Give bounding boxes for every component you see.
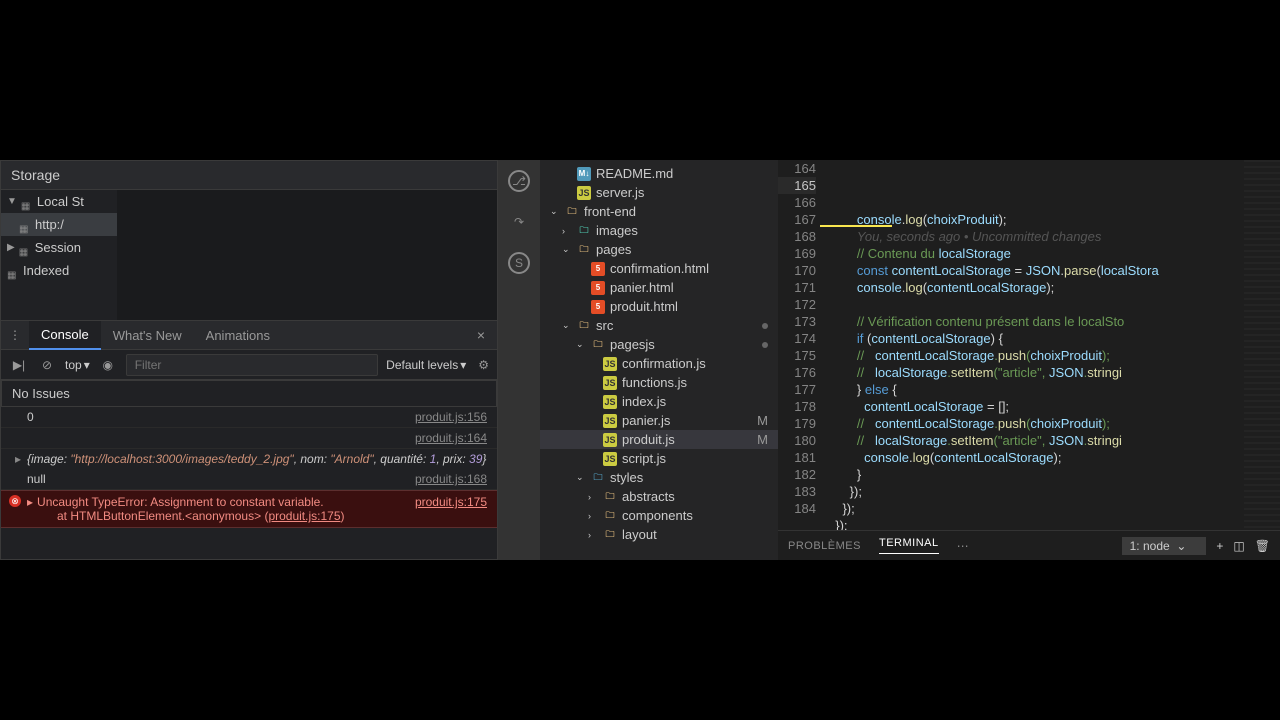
folder-pagesjs[interactable]: ⌄🗀pagesjs — [540, 335, 778, 354]
tab-problems[interactable]: PROBLÈMES — [788, 540, 861, 552]
tree-local-storage[interactable]: ▼Local St — [1, 190, 117, 213]
folder-src[interactable]: ⌄🗀src — [540, 316, 778, 335]
folder-images[interactable]: ›🗀images — [540, 221, 778, 240]
live-expression-icon[interactable]: ◉ — [98, 355, 118, 375]
error-stack: at HTMLButtonElement.<anonymous> (produi… — [27, 509, 487, 523]
tree-session-storage[interactable]: ▶Session — [1, 236, 117, 259]
file-README-md[interactable]: M↓README.md — [540, 164, 778, 183]
terminal-panel: PROBLÈMES TERMINAL ⋯ 1: node ⌄ + ◫ 🗑 — [778, 530, 1280, 560]
error-entry[interactable]: produit.js:175 ▸Uncaught TypeError: Assi… — [1, 490, 497, 528]
folder-front-end[interactable]: ⌄🗀front-end — [540, 202, 778, 221]
toggle-sidebar-icon[interactable]: ▶| — [9, 355, 29, 375]
source-link[interactable]: produit.js:175 — [415, 495, 487, 509]
tree-http-origin[interactable]: http:/ — [1, 213, 117, 236]
console-toolbar: ▶| ⊘ top ▾ ◉ Default levels ▾ ⚙ — [1, 350, 497, 380]
highlight-underline — [828, 225, 892, 227]
context-selector[interactable]: top ▾ — [65, 358, 90, 372]
code-editor: 1641651661671681691701711721731741751761… — [778, 160, 1280, 560]
folder-layout[interactable]: ›🗀layout — [540, 525, 778, 544]
tree-indexeddb[interactable]: Indexed — [1, 259, 117, 282]
folder-abstracts[interactable]: ›🗀abstracts — [540, 487, 778, 506]
file-script-js[interactable]: JSscript.js — [540, 449, 778, 468]
file-server-js[interactable]: JSserver.js — [540, 183, 778, 202]
code-content[interactable]: console.log(choixProduit); You, seconds … — [828, 160, 1244, 530]
folder-pages[interactable]: ⌄🗀pages — [540, 240, 778, 259]
log-entry[interactable]: 0 produit.js:156 — [1, 407, 497, 428]
minimap[interactable] — [1244, 160, 1280, 530]
activity-bar: ⎇ ↷ S — [498, 160, 540, 560]
drawer-tabs: ⋮ Console What's New Animations × — [1, 320, 497, 350]
storage-title: Storage — [1, 161, 497, 190]
file-produit-js[interactable]: JSproduit.jsM — [540, 430, 778, 449]
trash-icon[interactable]: 🗑 — [1255, 539, 1270, 553]
drag-handle-icon[interactable]: ⋮ — [1, 328, 29, 342]
file-panier-js[interactable]: JSpanier.jsM — [540, 411, 778, 430]
file-explorer: M↓README.mdJSserver.js⌄🗀front-end›🗀image… — [540, 160, 778, 560]
github-icon[interactable]: ⎇ — [508, 170, 530, 192]
file-panier-html[interactable]: 5panier.html — [540, 278, 778, 297]
devtools-panel: Storage ▼Local St http:/ ▶Session Indexe… — [0, 160, 498, 560]
tab-animations[interactable]: Animations — [194, 322, 282, 349]
file-functions-js[interactable]: JSfunctions.js — [540, 373, 778, 392]
source-link[interactable]: produit.js:156 — [415, 410, 487, 424]
log-entry[interactable]: produit.js:164 — [1, 428, 497, 449]
more-tabs-icon[interactable]: ⋯ — [957, 539, 969, 553]
tab-terminal[interactable]: TERMINAL — [879, 537, 939, 554]
close-drawer-icon[interactable]: × — [465, 327, 497, 343]
log-object[interactable]: {image: "http://localhost:3000/images/te… — [1, 449, 497, 469]
storage-content — [117, 190, 497, 320]
clear-console-icon[interactable]: ⊘ — [37, 355, 57, 375]
file-confirmation-js[interactable]: JSconfirmation.js — [540, 354, 778, 373]
console-log-area: 0 produit.js:156 produit.js:164 {image: … — [1, 407, 497, 559]
settings-icon[interactable]: ⚙ — [478, 358, 489, 372]
source-link[interactable]: produit.js:168 — [415, 472, 487, 486]
share-icon[interactable]: ↷ — [507, 210, 531, 234]
split-terminal-icon[interactable]: ◫ — [1233, 539, 1244, 553]
log-levels-selector[interactable]: Default levels ▾ — [386, 358, 466, 372]
tab-console[interactable]: Console — [29, 321, 101, 350]
file-confirmation-html[interactable]: 5confirmation.html — [540, 259, 778, 278]
line-gutter: 1641651661671681691701711721731741751761… — [778, 160, 828, 530]
tab-whatsnew[interactable]: What's New — [101, 322, 194, 349]
file-produit-html[interactable]: 5produit.html — [540, 297, 778, 316]
terminal-selector[interactable]: 1: node ⌄ — [1122, 537, 1207, 555]
vscode-panel: ⎇ ↷ S M↓README.mdJSserver.js⌄🗀front-end›… — [498, 160, 1280, 560]
folder-components[interactable]: ›🗀components — [540, 506, 778, 525]
issues-badge[interactable]: No Issues — [1, 380, 497, 407]
storage-tree: ▼Local St http:/ ▶Session Indexed — [1, 190, 117, 320]
stack-icon[interactable]: S — [508, 252, 530, 274]
log-entry[interactable]: null produit.js:168 — [1, 469, 497, 490]
filter-input[interactable] — [126, 354, 378, 376]
folder-styles[interactable]: ⌄🗀styles — [540, 468, 778, 487]
source-link[interactable]: produit.js:164 — [415, 431, 487, 445]
new-terminal-icon[interactable]: + — [1216, 539, 1223, 553]
file-index-js[interactable]: JSindex.js — [540, 392, 778, 411]
